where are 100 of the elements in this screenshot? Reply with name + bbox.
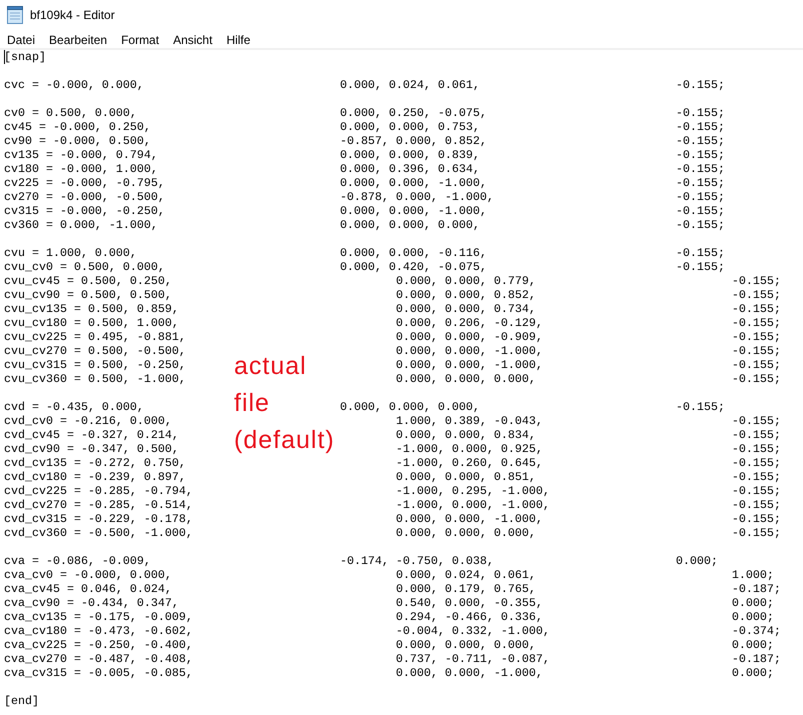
code-text: -0.155; — [732, 414, 781, 428]
code-text: cvu_cv360 = 0.500, -1.000, — [4, 372, 186, 386]
code-text: 0.000, 0.000, -1.000, — [340, 204, 487, 218]
code-text: cvu_cv225 = 0.495, -0.881, — [4, 330, 186, 344]
code-text: 0.000, 0.420, -0.075, — [340, 260, 487, 274]
code-text: -0.155; — [732, 512, 781, 526]
code-text: cva = -0.086, -0.009, — [4, 554, 151, 568]
code-text: 0.000, 0.000, 0.000, — [396, 526, 536, 540]
code-text: -0.155; — [732, 302, 781, 316]
code-text: 1.000; — [732, 568, 774, 582]
code-text: -1.000, 0.295, -1.000, — [396, 484, 550, 498]
code-text: 0.737, -0.711, -0.087, — [396, 652, 550, 666]
code-text: cvd = -0.435, 0.000, — [4, 400, 144, 414]
code-text: cv225 = -0.000, -0.795, — [4, 176, 165, 190]
code-text: cvu_cv45 = 0.500, 0.250, — [4, 274, 172, 288]
code-text: -0.155; — [676, 106, 725, 120]
code-text: cvd_cv270 = -0.285, -0.514, — [4, 498, 193, 512]
code-text: 0.000, 0.206, -0.129, — [396, 316, 543, 330]
code-text: -0.155; — [676, 162, 725, 176]
code-text: -0.155; — [676, 148, 725, 162]
code-text: cvu_cv0 = 0.500, 0.000, — [4, 260, 165, 274]
code-text: 0.000, 0.000, 0.852, — [396, 288, 536, 302]
code-text: -0.187; — [732, 652, 781, 666]
code-text: -0.155; — [732, 274, 781, 288]
code-text: cvu_cv270 = 0.500, -0.500, — [4, 344, 186, 358]
code-text: cvu_cv180 = 0.500, 1.000, — [4, 316, 179, 330]
code-text: -0.155; — [676, 204, 725, 218]
code-text: -0.155; — [732, 526, 781, 540]
code-text: 0.000, 0.000, 0.834, — [396, 428, 536, 442]
code-text: [snap] — [4, 50, 46, 64]
code-text: 0.000, 0.000, 0.753, — [340, 120, 480, 134]
code-text: 0.000, 0.000, -0.909, — [396, 330, 543, 344]
code-text: 0.000; — [676, 554, 718, 568]
menu-item[interactable]: Datei — [0, 32, 42, 48]
code-text: -1.000, 0.260, 0.645, — [396, 456, 543, 470]
code-text: cva_cv270 = -0.487, -0.408, — [4, 652, 193, 666]
code-text: cva_cv0 = -0.000, 0.000, — [4, 568, 172, 582]
code-text: -0.155; — [676, 400, 725, 414]
code-text: -0.155; — [732, 442, 781, 456]
code-text: -0.155; — [732, 498, 781, 512]
window-title: bf109k4 - Editor — [30, 6, 115, 22]
code-text: cva_cv180 = -0.473, -0.602, — [4, 624, 193, 638]
code-text: cv90 = -0.000, 0.500, — [4, 134, 151, 148]
code-text: -0.155; — [676, 120, 725, 134]
code-text: cvu = 1.000, 0.000, — [4, 246, 137, 260]
code-text: cvc = -0.000, 0.000, — [4, 78, 144, 92]
code-text: 0.000; — [732, 610, 774, 624]
code-text: cvd_cv225 = -0.285, -0.794, — [4, 484, 193, 498]
code-text: cvu_cv315 = 0.500, -0.250, — [4, 358, 186, 372]
code-text: cva_cv315 = -0.005, -0.085, — [4, 666, 193, 680]
code-text: -1.000, 0.000, 0.925, — [396, 442, 543, 456]
code-text: -0.878, 0.000, -1.000, — [340, 190, 494, 204]
code-text: cva_cv45 = 0.046, 0.024, — [4, 582, 172, 596]
code-text: -1.000, 0.000, -1.000, — [396, 498, 550, 512]
code-text: -0.155; — [676, 246, 725, 260]
code-text: 0.000; — [732, 638, 774, 652]
code-text: cvd_cv180 = -0.239, 0.897, — [4, 470, 186, 484]
menu-item[interactable]: Format — [114, 32, 166, 48]
code-text: -0.004, 0.332, -1.000, — [396, 624, 550, 638]
menu-item[interactable]: Ansicht — [166, 32, 220, 48]
code-text: cv45 = -0.000, 0.250, — [4, 120, 151, 134]
code-text: 0.000, 0.000, 0.000, — [396, 372, 536, 386]
code-text: cvu_cv90 = 0.500, 0.500, — [4, 288, 172, 302]
code-text: 0.540, 0.000, -0.355, — [396, 596, 543, 610]
code-text: 0.000, 0.024, 0.061, — [340, 78, 480, 92]
code-text: 0.000, 0.000, 0.839, — [340, 148, 480, 162]
code-text: 0.000, 0.000, -1.000, — [396, 344, 543, 358]
code-text: 0.000, 0.000, -1.000, — [396, 666, 543, 680]
code-text: 0.000; — [732, 666, 774, 680]
code-text: -0.155; — [732, 456, 781, 470]
code-text: cv315 = -0.000, -0.250, — [4, 204, 165, 218]
notepad-icon — [7, 6, 23, 24]
code-text: -0.187; — [732, 582, 781, 596]
code-text: -0.155; — [732, 316, 781, 330]
code-text: cvu_cv135 = 0.500, 0.859, — [4, 302, 179, 316]
code-text: cvd_cv360 = -0.500, -1.000, — [4, 526, 193, 540]
menu-item[interactable]: Hilfe — [219, 32, 258, 48]
code-text: 0.000, 0.000, -0.116, — [340, 246, 487, 260]
code-text: -0.155; — [732, 484, 781, 498]
code-text: cvd_cv135 = -0.272, 0.750, — [4, 456, 186, 470]
code-text: 0.000, 0.000, 0.000, — [340, 218, 480, 232]
code-text: cv180 = -0.000, 1.000, — [4, 162, 158, 176]
code-text: 0.000, 0.250, -0.075, — [340, 106, 487, 120]
code-text: -0.155; — [676, 134, 725, 148]
code-text: cv270 = -0.000, -0.500, — [4, 190, 165, 204]
code-text: -0.155; — [676, 78, 725, 92]
code-text: 0.000, 0.000, 0.779, — [396, 274, 536, 288]
code-text: -0.155; — [732, 358, 781, 372]
code-text: -0.155; — [676, 190, 725, 204]
menu-item[interactable]: Bearbeiten — [42, 32, 114, 48]
code-text: -0.857, 0.000, 0.852, — [340, 134, 487, 148]
code-text: 0.000, 0.000, 0.851, — [396, 470, 536, 484]
code-text: cvd_cv315 = -0.229, -0.178, — [4, 512, 193, 526]
code-text: 0.000, 0.000, -1.000, — [396, 358, 543, 372]
code-text: -0.374; — [732, 624, 781, 638]
code-text: -0.174, -0.750, 0.038, — [340, 554, 494, 568]
code-text: -0.155; — [676, 218, 725, 232]
code-text: 0.000, 0.179, 0.765, — [396, 582, 536, 596]
code-text: 0.000, 0.000, 0.734, — [396, 302, 536, 316]
code-text: 0.000, 0.000, -1.000, — [340, 176, 487, 190]
